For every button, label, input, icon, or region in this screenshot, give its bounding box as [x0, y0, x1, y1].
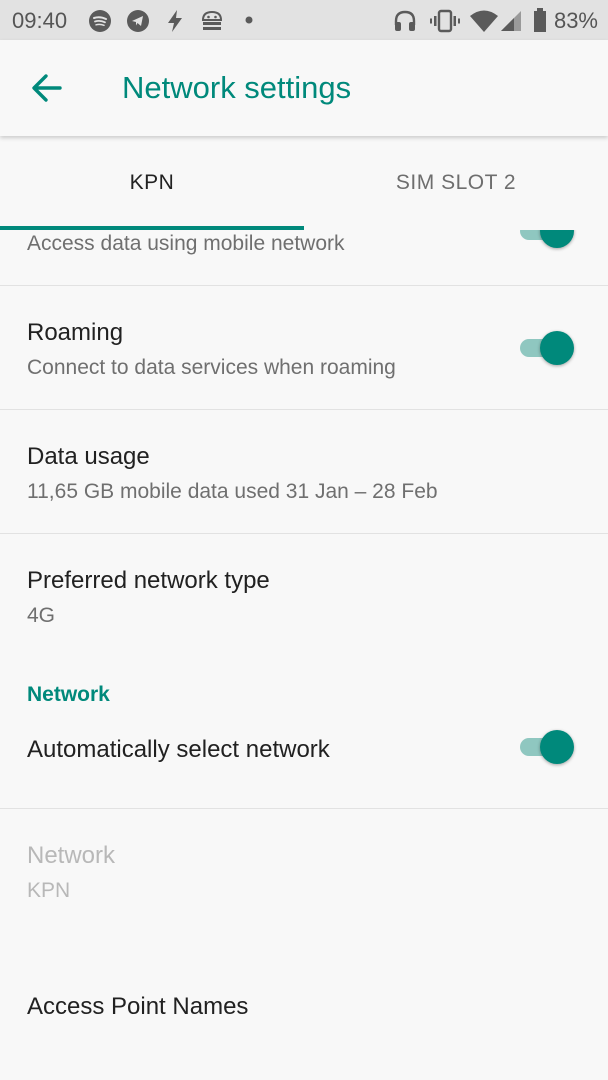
spotify-icon [89, 10, 111, 32]
sim-tabs: KPN SIM SLOT 2 [0, 136, 608, 230]
preferred-network-subtitle: 4G [27, 604, 56, 627]
signal-icon [501, 11, 521, 31]
toggle-thumb [540, 331, 574, 365]
tab-sim-slot-2[interactable]: SIM SLOT 2 [304, 136, 608, 230]
roaming-subtitle: Connect to data services when roaming [27, 356, 396, 379]
tab-indicator [0, 226, 304, 230]
network-section-header: Network [27, 683, 110, 706]
status-bar: 09:40 83% [0, 0, 608, 40]
auto-select-network-title: Automatically select network [27, 736, 330, 763]
toggle-thumb [540, 730, 574, 764]
network-row: Network KPN [0, 809, 608, 931]
arrow-back-icon [32, 74, 62, 102]
vibrate-icon [430, 9, 460, 33]
telegram-icon [127, 10, 149, 32]
preferred-network-title: Preferred network type [27, 567, 270, 594]
settings-list: Access data using mobile network Roaming… [0, 214, 608, 1031]
flash-icon [168, 10, 182, 32]
access-point-names-row[interactable]: Access Point Names [0, 931, 608, 1031]
tab-kpn[interactable]: KPN [0, 136, 304, 230]
data-usage-title: Data usage [27, 443, 150, 470]
back-button[interactable] [26, 66, 70, 110]
mobile-data-row[interactable]: Access data using mobile network [0, 214, 608, 286]
network-section: Network [0, 656, 608, 716]
headphones-icon [394, 10, 416, 31]
preferred-network-row[interactable]: Preferred network type 4G [0, 534, 608, 656]
page-title: Network settings [122, 70, 352, 105]
status-time: 09:40 [12, 8, 68, 33]
app-bar: Network settings [0, 40, 608, 136]
wifi-icon [470, 10, 498, 32]
data-usage-row[interactable]: Data usage 11,65 GB mobile data used 31 … [0, 410, 608, 534]
dot-icon [245, 16, 253, 24]
network-title: Network [27, 842, 116, 869]
battery-icon [534, 8, 546, 32]
access-point-names-title: Access Point Names [27, 993, 249, 1020]
roaming-toggle[interactable] [518, 331, 574, 365]
battery-percent: 83% [553, 8, 598, 33]
data-usage-subtitle: 11,65 GB mobile data used 31 Jan – 28 Fe… [27, 480, 438, 503]
roaming-title: Roaming [27, 319, 124, 346]
roaming-row[interactable]: Roaming Connect to data services when ro… [0, 286, 608, 410]
network-subtitle: KPN [27, 879, 71, 902]
auto-select-network-row[interactable]: Automatically select network [0, 716, 608, 809]
android-debug-icon [201, 10, 223, 30]
auto-select-network-toggle[interactable] [518, 730, 574, 764]
mobile-data-subtitle: Access data using mobile network [27, 232, 345, 255]
